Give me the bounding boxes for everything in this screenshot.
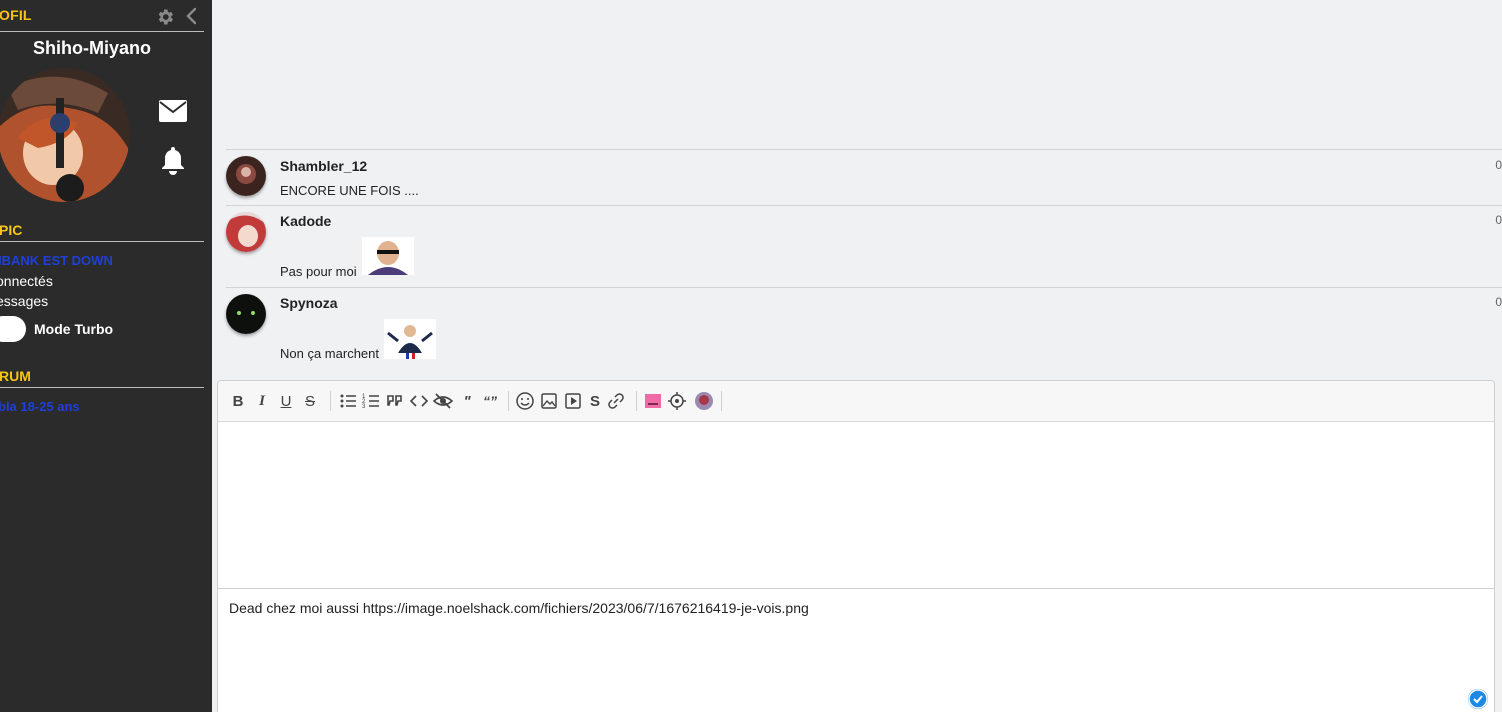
topic-section-title: PIC — [0, 222, 23, 238]
svg-text:3: 3 — [362, 404, 366, 410]
message-author[interactable]: Kadode — [280, 213, 331, 229]
bullet-list-icon[interactable] — [338, 391, 358, 411]
numbered-list-icon[interactable]: 1 2 3 — [361, 391, 381, 411]
profile-avatar[interactable] — [0, 68, 130, 202]
sidebar: OFIL Shiho-Miyano PIC IBANK EST DOWN onn… — [0, 0, 212, 712]
avatar-icon[interactable] — [694, 391, 714, 411]
check-icon[interactable] — [1468, 689, 1488, 709]
italic-icon[interactable]: I — [252, 391, 272, 411]
profile-section-title: OFIL — [0, 7, 32, 23]
avatar[interactable] — [226, 294, 266, 334]
image-icon[interactable] — [539, 391, 559, 411]
preview-text: Dead chez moi aussi https://image.noelsh… — [229, 600, 809, 616]
mail-icon[interactable] — [158, 99, 188, 123]
settings-icon[interactable] — [667, 391, 687, 411]
video-icon[interactable] — [563, 391, 583, 411]
spoiler-icon[interactable] — [433, 391, 453, 411]
topic-section-header: PIC — [0, 220, 204, 242]
profile-username[interactable]: Shiho-Miyano — [0, 38, 184, 59]
inline-quote-icon[interactable]: " — [457, 391, 477, 411]
strikethrough-icon[interactable]: S — [300, 391, 320, 411]
message-item: Shambler_12 ENCORE UNE FOIS .... 0 — [226, 149, 1502, 205]
toolbar-separator — [330, 391, 331, 411]
avatar[interactable] — [226, 156, 266, 196]
toolbar-separator — [636, 391, 637, 411]
sticker-image — [362, 237, 414, 275]
connected-count-text: onnectés — [0, 273, 53, 289]
turbo-mode-label: Mode Turbo — [34, 321, 114, 337]
forum-section-title: RUM — [0, 368, 31, 384]
bold-icon[interactable]: B — [228, 391, 248, 411]
message-count: 0 — [1495, 295, 1502, 309]
quote-icon[interactable] — [385, 391, 405, 411]
color-icon[interactable] — [643, 391, 663, 411]
message-text: Pas pour moi — [280, 264, 357, 279]
sidebar-header: OFIL — [0, 0, 204, 32]
toolbar-separator — [508, 391, 509, 411]
chevron-left-icon[interactable] — [184, 7, 200, 25]
turbo-mode-toggle[interactable] — [0, 316, 26, 342]
message-preview: Dead chez moi aussi https://image.noelsh… — [218, 588, 1494, 712]
gear-icon[interactable] — [155, 7, 175, 27]
message-item: Spynoza Non ça marchent 0 — [226, 287, 1502, 367]
message-item: Kadode Pas pour moi 0 — [226, 205, 1502, 287]
topic-link[interactable]: IBANK EST DOWN — [0, 253, 113, 268]
message-text: ENCORE UNE FOIS .... — [280, 183, 419, 198]
avatar[interactable] — [226, 212, 266, 252]
editor-toolbar: B I U S 1 2 3 " “” S — [218, 381, 1494, 422]
messages-count-text: essages — [0, 293, 49, 309]
bell-icon[interactable] — [160, 145, 186, 175]
message-editor[interactable]: B I U S 1 2 3 " “” S Dead chez moi aussi… — [217, 380, 1495, 712]
link-icon[interactable] — [606, 391, 626, 411]
forum-section-header: RUM — [0, 366, 204, 388]
code-icon[interactable] — [409, 391, 429, 411]
double-quote-icon[interactable]: “” — [480, 391, 500, 411]
sticker-image — [384, 319, 436, 359]
message-count: 0 — [1495, 213, 1502, 227]
message-text: Non ça marchent — [280, 346, 379, 361]
message-author[interactable]: Spynoza — [280, 295, 338, 311]
smiley-icon[interactable] — [515, 391, 535, 411]
underline-icon[interactable]: U — [276, 391, 296, 411]
message-count: 0 — [1495, 158, 1502, 172]
sticker-icon[interactable]: S — [585, 391, 605, 411]
forum-link[interactable]: bla 18-25 ans — [0, 399, 80, 414]
message-author[interactable]: Shambler_12 — [280, 158, 367, 174]
toolbar-separator — [721, 391, 722, 411]
